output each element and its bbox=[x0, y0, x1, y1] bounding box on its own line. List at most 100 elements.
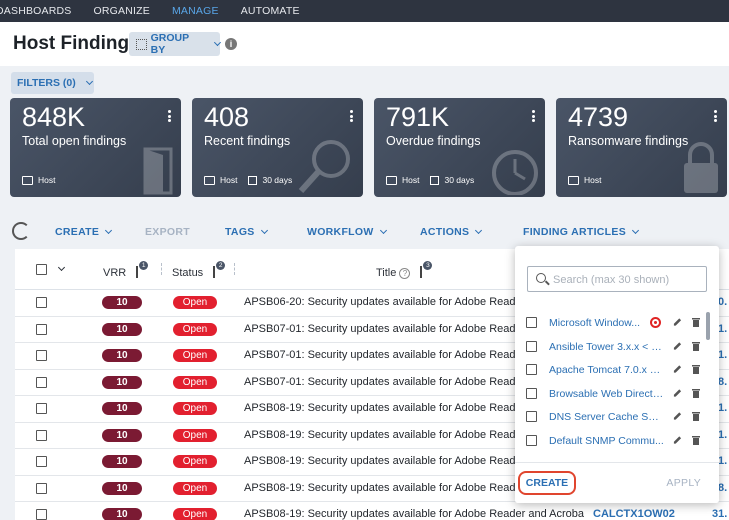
option-label[interactable]: Ansible Tower 3.x.x < 3... bbox=[549, 341, 664, 353]
card-total-open[interactable]: 848K Total open findings Host bbox=[10, 98, 181, 197]
finding-title[interactable]: APSB07-01: Security updates available fo… bbox=[244, 323, 534, 335]
pencil-icon[interactable] bbox=[673, 435, 682, 445]
finding-title[interactable]: APSB08-19: Security updates available fo… bbox=[244, 402, 534, 414]
monitor-icon bbox=[386, 175, 397, 185]
card-meta-host: Host bbox=[584, 175, 602, 185]
workflow-menu-button[interactable]: WORKFLOW bbox=[307, 226, 387, 238]
option-checkbox[interactable] bbox=[526, 340, 537, 352]
row-checkbox[interactable] bbox=[36, 297, 47, 308]
kebab-menu-icon[interactable] bbox=[714, 110, 717, 122]
article-option[interactable]: Browsable Web Directo... bbox=[515, 383, 705, 406]
select-all-checkbox[interactable] bbox=[36, 264, 47, 275]
option-checkbox[interactable] bbox=[526, 434, 537, 446]
row-checkbox[interactable] bbox=[36, 429, 47, 441]
option-checkbox[interactable] bbox=[526, 387, 537, 399]
pencil-icon[interactable] bbox=[673, 388, 682, 398]
create-article-button[interactable]: CREATE bbox=[518, 471, 576, 495]
option-label[interactable]: Browsable Web Directo... bbox=[549, 388, 664, 400]
option-checkbox[interactable] bbox=[526, 317, 537, 328]
trash-icon[interactable] bbox=[692, 388, 700, 398]
nav-manage[interactable]: MANAGE bbox=[172, 5, 219, 17]
article-option[interactable]: Microsoft Window... bbox=[515, 312, 705, 335]
sort-down-icon: 2 bbox=[209, 261, 226, 278]
search-input[interactable] bbox=[553, 271, 703, 288]
finding-title[interactable]: APSB07-01: Security updates available fo… bbox=[244, 376, 534, 388]
page-title: Host Findings bbox=[13, 33, 140, 54]
finding-title[interactable]: APSB08-19: Security updates available fo… bbox=[244, 482, 534, 494]
nav-organize[interactable]: ORGANIZE bbox=[94, 5, 150, 17]
trash-icon[interactable] bbox=[692, 435, 700, 445]
pencil-icon[interactable] bbox=[673, 341, 682, 351]
column-divider[interactable] bbox=[234, 263, 235, 275]
card-recent[interactable]: 408 Recent findings Host 30 days bbox=[192, 98, 363, 197]
card-meta: Host 30 days bbox=[386, 175, 474, 185]
monitor-icon bbox=[22, 175, 33, 185]
option-label[interactable]: Apache Tomcat 7.0.x <... bbox=[549, 364, 664, 376]
pencil-icon[interactable] bbox=[673, 364, 682, 374]
row-checkbox[interactable] bbox=[36, 509, 47, 520]
card-overdue[interactable]: 791K Overdue findings Host 30 days bbox=[374, 98, 545, 197]
chevron-down-icon bbox=[631, 226, 640, 235]
card-meta-host: Host bbox=[402, 175, 420, 185]
option-checkbox[interactable] bbox=[526, 411, 537, 422]
card-ransomware[interactable]: 4739 Ransomware findings Host bbox=[556, 98, 727, 197]
finding-title[interactable]: APSB08-19: Security updates available fo… bbox=[244, 508, 584, 520]
column-divider[interactable] bbox=[161, 263, 162, 275]
trash-icon[interactable] bbox=[692, 364, 700, 374]
row-extra: 1. bbox=[718, 349, 728, 361]
finding-title[interactable]: APSB08-19: Security updates available fo… bbox=[244, 455, 534, 467]
article-option[interactable]: Default SNMP Commu... bbox=[515, 430, 705, 453]
row-checkbox[interactable] bbox=[36, 403, 47, 414]
search-icon bbox=[536, 273, 546, 283]
finding-title[interactable]: APSB06-20: Security updates available fo… bbox=[244, 296, 534, 308]
refresh-icon[interactable] bbox=[12, 222, 30, 240]
apply-button[interactable]: APPLY bbox=[666, 477, 701, 489]
column-header-status[interactable]: Status 2 bbox=[172, 261, 226, 279]
kebab-menu-icon[interactable] bbox=[350, 110, 353, 122]
row-checkbox[interactable] bbox=[36, 376, 47, 388]
filters-button[interactable]: FILTERS (0) bbox=[11, 72, 94, 94]
finding-articles-menu-button[interactable]: FINDING ARTICLES bbox=[523, 226, 640, 238]
article-option[interactable]: DNS Server Cache Sno... bbox=[515, 406, 705, 429]
group-by-button[interactable]: GROUP BY bbox=[129, 32, 222, 56]
chevron-down-icon bbox=[214, 38, 222, 46]
scrollbar[interactable] bbox=[706, 312, 710, 340]
help-icon[interactable]: ? bbox=[399, 268, 411, 279]
row-checkbox[interactable] bbox=[36, 350, 47, 361]
trash-icon[interactable] bbox=[692, 341, 700, 351]
vrr-badge: 10 bbox=[102, 375, 142, 389]
info-icon[interactable]: i bbox=[225, 38, 237, 50]
nav-automate[interactable]: AUTOMATE bbox=[241, 5, 300, 17]
kebab-menu-icon[interactable] bbox=[168, 110, 171, 122]
pencil-icon[interactable] bbox=[673, 317, 682, 327]
card-label: Recent findings bbox=[204, 134, 291, 148]
row-checkbox[interactable] bbox=[36, 323, 47, 335]
column-header-vrr[interactable]: VRR 1 bbox=[103, 261, 149, 279]
column-header-title[interactable]: Title ? 3 bbox=[376, 261, 433, 279]
actions-menu-button[interactable]: ACTIONS bbox=[420, 226, 483, 238]
trash-icon[interactable] bbox=[692, 411, 700, 421]
option-label[interactable]: Default SNMP Commu... bbox=[549, 435, 664, 447]
create-menu-button[interactable]: CREATE bbox=[55, 226, 113, 238]
option-checkbox[interactable] bbox=[526, 364, 537, 375]
table-row[interactable]: 10 Open APSB08-19: Security updates avai… bbox=[15, 502, 729, 520]
status-badge: Open bbox=[173, 375, 217, 389]
nav-dashboards[interactable]: DASHBOARDS bbox=[0, 5, 72, 17]
chevron-down-icon[interactable] bbox=[57, 263, 66, 272]
finding-title[interactable]: APSB07-01: Security updates available fo… bbox=[244, 349, 534, 361]
toolbar: CREATE EXPORT TAGS WORKFLOW ACTIONS FIND… bbox=[0, 215, 729, 249]
tags-menu-button[interactable]: TAGS bbox=[225, 226, 268, 238]
option-label[interactable]: Microsoft Window... bbox=[549, 317, 644, 329]
export-button[interactable]: EXPORT bbox=[145, 226, 190, 238]
finding-title[interactable]: APSB08-19: Security updates available fo… bbox=[244, 429, 534, 441]
kebab-menu-icon[interactable] bbox=[532, 110, 535, 122]
card-label: Ransomware findings bbox=[568, 134, 689, 148]
row-checkbox[interactable] bbox=[36, 456, 47, 467]
article-option[interactable]: Apache Tomcat 7.0.x <... bbox=[515, 359, 705, 382]
pencil-icon[interactable] bbox=[673, 411, 682, 421]
host-link[interactable]: CALCTX1OW02 bbox=[593, 508, 675, 520]
option-label[interactable]: DNS Server Cache Sno... bbox=[549, 411, 664, 423]
article-option[interactable]: Ansible Tower 3.x.x < 3... bbox=[515, 336, 705, 359]
trash-icon[interactable] bbox=[692, 317, 700, 327]
row-checkbox[interactable] bbox=[36, 482, 47, 494]
